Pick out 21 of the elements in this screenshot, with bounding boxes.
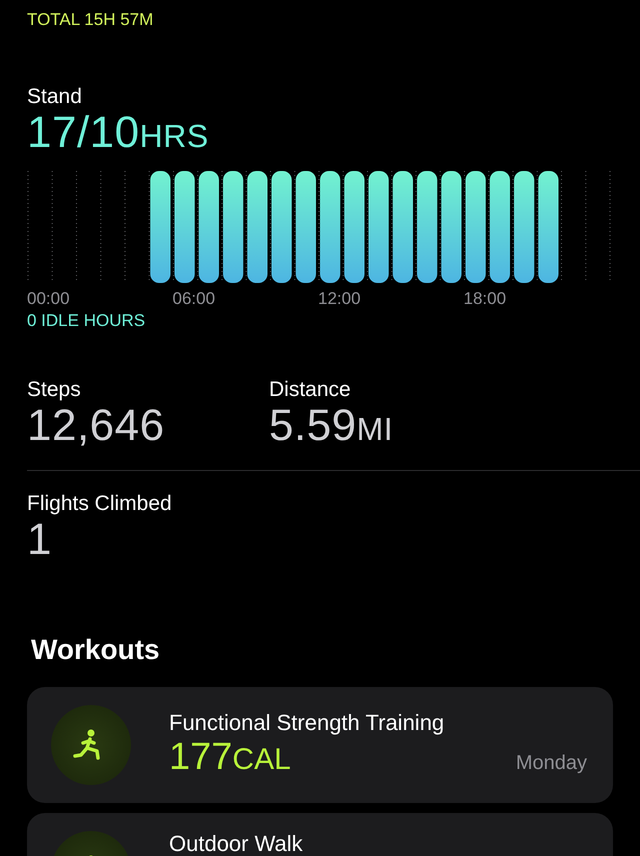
axis-label: 06:00 (172, 289, 216, 309)
axis-label: 00:00 (27, 289, 71, 309)
stand-label: Stand (27, 84, 83, 110)
workout-day: Monday (516, 752, 587, 774)
stat-value: 1 (27, 517, 53, 563)
stat-value: 5.59MI (269, 403, 394, 452)
workout-card[interactable]: Functional Strength Training 177CAL Monday (27, 687, 613, 803)
stat-label: Distance (269, 377, 352, 403)
stand-value: 17/10HRS (27, 110, 210, 159)
stat-label: Steps (27, 377, 82, 403)
workout-name: Functional Strength Training (169, 710, 446, 736)
stat-value: 12,646 (27, 403, 166, 449)
workout-name: Outdoor Walk (169, 831, 304, 856)
stat-label: Flights Climbed (27, 491, 173, 517)
workouts-heading: Workouts (31, 633, 161, 667)
idle-hours: 0 IDLE HOURS (27, 311, 146, 331)
exercise-total: TOTAL 15H 57M (26, 9, 154, 30)
axis-label: 12:00 (318, 289, 362, 309)
workout-card[interactable]: Outdoor Walk (27, 813, 613, 856)
workout-calories: 177CAL (169, 736, 291, 780)
axis-label: 18:00 (464, 289, 508, 309)
